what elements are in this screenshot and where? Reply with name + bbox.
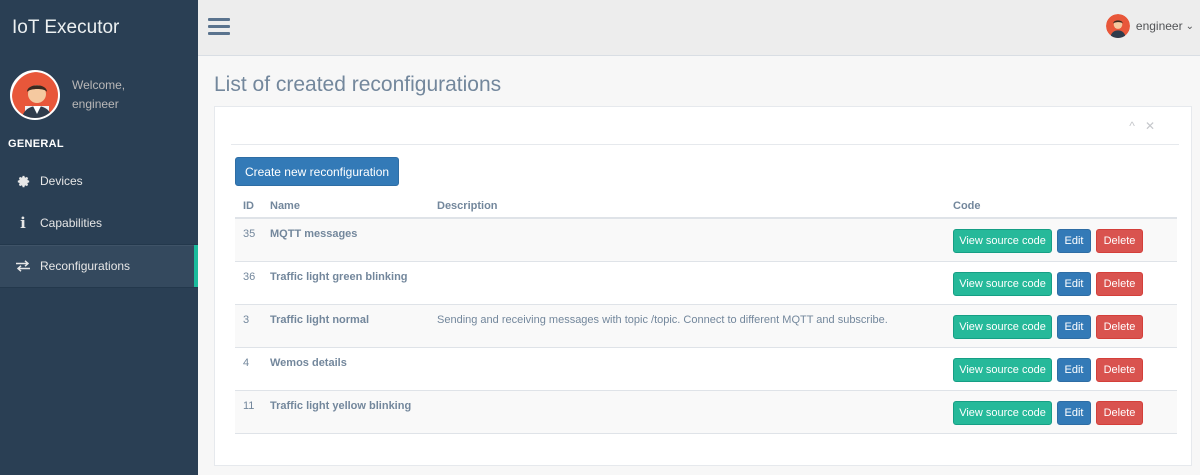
app-title[interactable]: IoT Executor [0, 0, 198, 56]
edit-button[interactable]: Edit [1057, 358, 1091, 382]
cell-name: MQTT messages [270, 228, 358, 240]
delete-button[interactable]: Delete [1096, 229, 1143, 253]
user-menu[interactable]: engineer ⌄ [1105, 14, 1194, 38]
cell-description: Sending and receiving messages with topi… [437, 314, 888, 326]
sidebar-item-capabilities[interactable]: i Capabilities [0, 202, 198, 244]
cell-id: 4 [243, 357, 250, 369]
table-row: 36 Traffic light green blinking View sou… [235, 262, 1177, 305]
table-row: 11 Traffic light yellow blinking View so… [235, 391, 1177, 434]
page-title: List of created reconfigurations [214, 73, 502, 96]
welcome-username: engineer [72, 97, 119, 112]
table-row: 35 MQTT messages View source code Edit D… [235, 219, 1177, 262]
panel-divider [231, 144, 1179, 145]
cell-name: Traffic light yellow blinking [270, 400, 412, 412]
view-source-code-button[interactable]: View source code [953, 229, 1052, 253]
reconfigurations-panel: ^ ✕ Create new reconfiguration ID Name D… [214, 106, 1192, 466]
sidebar-item-reconfigurations[interactable]: Reconfigurations [0, 245, 198, 287]
cell-id: 3 [243, 314, 250, 326]
table-header: ID Name Description Code [235, 195, 1177, 219]
cell-code: View source code Edit Delete [953, 219, 1177, 253]
chevron-down-icon: ⌄ [1185, 20, 1194, 32]
chevron-up-icon[interactable]: ^ [1129, 119, 1135, 133]
gear-icon [12, 175, 34, 188]
edit-button[interactable]: Edit [1057, 272, 1091, 296]
close-icon[interactable]: ✕ [1145, 119, 1155, 133]
sidebar-item-label: Capabilities [40, 216, 103, 230]
header-id: ID [243, 200, 254, 212]
sidebar: IoT Executor Welcome, engineer GENERAL D… [0, 0, 198, 475]
create-reconfiguration-button[interactable]: Create new reconfiguration [235, 157, 399, 186]
cell-name: Traffic light green blinking [270, 271, 408, 283]
view-source-code-button[interactable]: View source code [953, 315, 1052, 339]
reconfigurations-table: ID Name Description Code 35 MQTT message… [235, 195, 1177, 434]
cell-description [437, 262, 953, 271]
cell-code: View source code Edit Delete [953, 348, 1177, 382]
avatar [10, 70, 60, 120]
cell-name: Wemos details [270, 357, 347, 369]
menu-toggle-icon[interactable] [208, 18, 230, 36]
header-description: Description [437, 200, 498, 212]
sidebar-section-general: GENERAL [8, 138, 64, 150]
info-icon: i [20, 214, 26, 232]
cell-description [437, 348, 953, 357]
delete-button[interactable]: Delete [1096, 315, 1143, 339]
cell-description [437, 391, 953, 400]
nav-divider [0, 287, 198, 288]
welcome-label: Welcome, [72, 78, 126, 92]
profile: Welcome, engineer [0, 56, 198, 130]
header-name: Name [270, 200, 300, 212]
cell-id: 11 [243, 400, 255, 412]
sidebar-item-devices[interactable]: Devices [0, 160, 198, 202]
topbar: engineer ⌄ [198, 0, 1200, 56]
cell-code: View source code Edit Delete [953, 305, 1177, 339]
user-menu-name: engineer [1135, 19, 1183, 33]
view-source-code-button[interactable]: View source code [953, 401, 1052, 425]
avatar [1105, 14, 1130, 38]
table-body: 35 MQTT messages View source code Edit D… [235, 219, 1177, 434]
table-row: 4 Wemos details View source code Edit De… [235, 348, 1177, 391]
edit-button[interactable]: Edit [1057, 229, 1091, 253]
cell-id: 35 [243, 228, 256, 240]
view-source-code-button[interactable]: View source code [953, 272, 1052, 296]
cell-id: 36 [243, 271, 256, 283]
exchange-icon [12, 260, 34, 272]
delete-button[interactable]: Delete [1096, 272, 1143, 296]
view-source-code-button[interactable]: View source code [953, 358, 1052, 382]
edit-button[interactable]: Edit [1057, 401, 1091, 425]
delete-button[interactable]: Delete [1096, 401, 1143, 425]
cell-name: Traffic light normal [270, 314, 370, 326]
edit-button[interactable]: Edit [1057, 315, 1091, 339]
panel-tools: ^ ✕ [1129, 119, 1155, 133]
table-row: 3 Traffic light normal Sending and recei… [235, 305, 1177, 348]
cell-code: View source code Edit Delete [953, 391, 1177, 425]
sidebar-item-label: Reconfigurations [40, 259, 131, 273]
sidebar-item-label: Devices [40, 174, 83, 188]
main-content: List of created reconfigurations ^ ✕ Cre… [198, 56, 1200, 475]
welcome-text: Welcome, engineer [72, 76, 125, 114]
cell-description [437, 219, 953, 228]
header-code: Code [953, 200, 981, 212]
cell-code: View source code Edit Delete [953, 262, 1177, 296]
delete-button[interactable]: Delete [1096, 358, 1143, 382]
